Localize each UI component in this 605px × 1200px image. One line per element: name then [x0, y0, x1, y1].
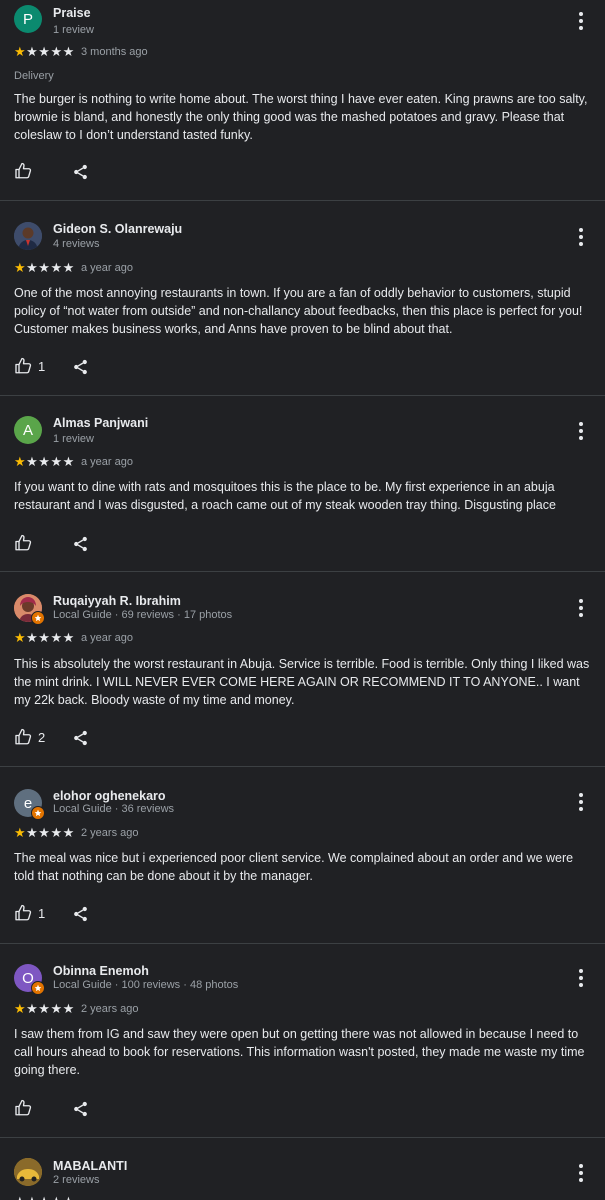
like-button[interactable]	[14, 162, 38, 180]
profile-photo	[14, 222, 42, 250]
reviewer-name[interactable]: Ruqaiyyah R. Ibrahim	[53, 594, 181, 608]
avatar[interactable]: O	[14, 964, 45, 995]
review-card: O Obinna Enemoh Local Guide · 100 review…	[0, 944, 605, 1138]
review-card: Ruqaiyyah R. Ibrahim Local Guide · 69 re…	[0, 572, 605, 767]
reviewer-name[interactable]: MABALANTI	[53, 1159, 127, 1173]
avatar[interactable]	[14, 1158, 42, 1186]
more-options-button[interactable]	[571, 419, 591, 443]
like-button[interactable]: 1	[14, 357, 45, 375]
review-card: MABALANTI 2 reviews ★★★★★	[0, 1138, 605, 1200]
like-button[interactable]: 1	[14, 904, 45, 922]
reviewer-meta: 2 reviews	[53, 1174, 100, 1186]
share-icon	[74, 1101, 87, 1117]
star-icon	[34, 614, 42, 622]
reviewer-meta: Local Guide · 36 reviews	[53, 803, 175, 815]
review-date: a year ago	[81, 262, 133, 274]
reviewer-name[interactable]: Praise	[53, 6, 91, 20]
star-icon	[34, 809, 42, 817]
review-card: e elohor oghenekaro Local Guide · 36 rev…	[0, 767, 605, 944]
avatar[interactable]: P	[14, 5, 42, 33]
reviewer-name[interactable]: Almas Panjwani	[53, 416, 148, 430]
share-icon	[74, 359, 87, 375]
more-options-button[interactable]	[571, 9, 591, 33]
share-icon	[74, 536, 87, 552]
local-guide-badge	[31, 981, 45, 995]
like-button[interactable]	[14, 1099, 38, 1117]
share-icon	[74, 906, 87, 922]
star-rating: ★★★★★	[14, 44, 75, 59]
thumbs-up-icon	[15, 728, 32, 745]
local-guide-badge	[31, 806, 45, 820]
share-button[interactable]	[72, 905, 89, 928]
like-count: 1	[38, 358, 46, 374]
review-date: a year ago	[81, 632, 133, 644]
share-icon	[74, 164, 87, 180]
local-guide-badge	[31, 611, 45, 625]
star-rating: ★★★★★	[14, 1194, 75, 1200]
thumbs-up-icon	[15, 534, 32, 551]
like-button[interactable]	[14, 534, 38, 552]
star-rating: ★★★★★	[14, 454, 75, 469]
more-options-button[interactable]	[571, 225, 591, 249]
star-rating: ★★★★★	[14, 630, 75, 645]
thumbs-up-icon	[15, 904, 32, 921]
review-text: This is absolutely the worst restaurant …	[14, 657, 590, 707]
share-button[interactable]	[72, 729, 89, 752]
star-rating: ★★★★★	[14, 1001, 75, 1016]
avatar-letter: A	[22, 421, 33, 439]
thumbs-up-icon	[15, 162, 32, 179]
star-icon	[34, 984, 42, 992]
avatar[interactable]	[14, 594, 45, 625]
review-text: The burger is nothing to write home abou…	[14, 92, 588, 142]
review-date: 3 months ago	[81, 46, 148, 58]
star-rating: ★★★★★	[14, 260, 75, 275]
review-text: The meal was nice but i experienced poor…	[14, 851, 574, 883]
share-button[interactable]	[72, 535, 89, 558]
more-options-button[interactable]	[571, 1161, 591, 1185]
reviewer-name[interactable]: Gideon S. Olanrewaju	[53, 222, 182, 236]
order-type-tag: Delivery	[14, 70, 54, 82]
review-text: If you want to dine with rats and mosqui…	[14, 480, 556, 512]
reviewer-meta: 1 review	[53, 433, 94, 445]
share-button[interactable]	[72, 358, 89, 381]
thumbs-up-icon	[15, 1099, 32, 1116]
more-options-button[interactable]	[571, 790, 591, 814]
like-button[interactable]: 2	[14, 728, 45, 746]
reviewer-meta: Local Guide · 100 reviews · 48 photos	[53, 979, 239, 991]
review-date: 2 years ago	[81, 1003, 139, 1015]
review-card: Gideon S. Olanrewaju 4 reviews ★★★★★ a y…	[0, 201, 605, 396]
review-date: 2 years ago	[81, 827, 139, 839]
avatar[interactable]: A	[14, 416, 42, 444]
reviewer-name[interactable]: Obinna Enemoh	[53, 964, 149, 978]
review-card: P Praise 1 review ★★★★★ 3 months ago Del…	[0, 0, 605, 201]
like-count: 1	[38, 905, 46, 921]
thumbs-up-icon	[15, 357, 32, 374]
profile-photo	[14, 1158, 42, 1186]
share-icon	[74, 730, 87, 746]
review-date: a year ago	[81, 456, 133, 468]
more-options-button[interactable]	[571, 966, 591, 990]
reviewer-meta: Local Guide · 69 reviews · 17 photos	[53, 609, 233, 621]
review-text: I saw them from IG and saw they were ope…	[14, 1027, 585, 1077]
avatar[interactable]: e	[14, 789, 45, 820]
reviewer-meta: 1 review	[53, 24, 94, 36]
avatar-letter: P	[22, 10, 33, 28]
avatar[interactable]	[14, 222, 42, 250]
like-count: 2	[38, 729, 46, 745]
share-button[interactable]	[72, 163, 89, 186]
more-options-button[interactable]	[571, 596, 591, 620]
reviewer-name[interactable]: elohor oghenekaro	[53, 789, 166, 803]
review-text: One of the most annoying restaurants in …	[14, 286, 583, 336]
share-button[interactable]	[72, 1100, 89, 1123]
review-card: A Almas Panjwani 1 review ★★★★★ a year a…	[0, 396, 605, 572]
star-rating: ★★★★★	[14, 825, 75, 840]
reviewer-meta: 4 reviews	[53, 238, 100, 250]
